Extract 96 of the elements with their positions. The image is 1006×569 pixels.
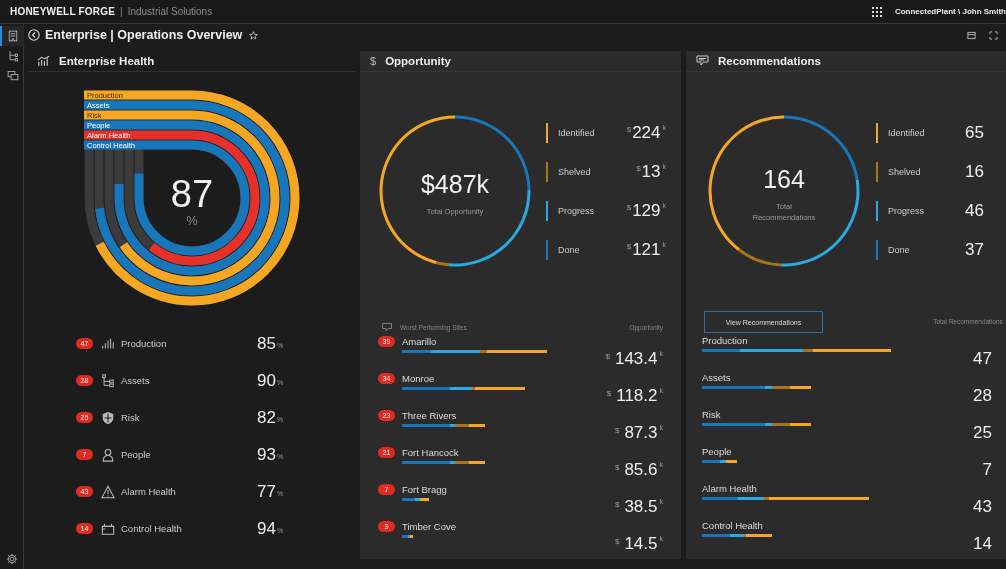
currency-symbol: $	[626, 124, 632, 134]
panel-title: Opportunity	[385, 55, 451, 67]
site-name: Fort Hancock	[402, 446, 460, 458]
recommendation-count: 43	[973, 498, 992, 516]
site-name: Amarillo	[402, 335, 438, 347]
legend-value: 46	[965, 201, 984, 220]
app-grid-icon[interactable]	[871, 6, 882, 17]
opportunity-value: 14.5	[624, 535, 658, 553]
dashboard-icon	[6, 30, 19, 42]
percent-value: 82	[257, 407, 276, 428]
hierarchy-icon	[6, 50, 19, 62]
windows-icon	[6, 70, 19, 82]
legend-label: Shelved	[888, 166, 922, 177]
recommendation-count: 7	[982, 461, 992, 479]
sidebar-item[interactable]	[0, 26, 24, 46]
recommendation-count: 28	[973, 387, 992, 405]
opportunity-value: 85.6	[624, 461, 658, 479]
legend-label: Identified	[888, 127, 926, 138]
percent-value: 90	[257, 370, 276, 391]
panel-title: Enterprise Health	[59, 55, 155, 67]
legend-label: Shelved	[558, 166, 592, 177]
currency-symbol: $	[614, 537, 620, 546]
dollar-icon: $	[370, 55, 377, 67]
opportunity-value: 38.5	[624, 498, 658, 516]
chart-icon	[37, 55, 50, 67]
category-label: Production	[702, 334, 749, 346]
category-label: Assets	[121, 375, 151, 386]
category-label: Assets	[702, 371, 732, 383]
site-name: Timber Cove	[402, 520, 458, 532]
opportunity-value: 118.2	[616, 387, 658, 405]
total-value: $487k	[420, 170, 490, 200]
shield-icon	[101, 410, 115, 425]
bars-icon	[101, 336, 115, 351]
back-icon[interactable]	[28, 29, 40, 41]
currency-symbol: $	[626, 241, 632, 251]
legend-label: Progress	[888, 205, 925, 216]
percent-value: 94	[257, 518, 276, 539]
legend-value: 37	[965, 240, 984, 259]
percent-value: 93	[257, 444, 276, 465]
account-name[interactable]: ConnectedPlant \ John Smith	[894, 7, 1006, 16]
category-label: Production	[121, 338, 168, 349]
star-icon[interactable]	[249, 30, 259, 40]
comment-icon	[382, 322, 392, 332]
opportunity-value: 87.3	[624, 424, 658, 442]
currency-symbol: $	[626, 202, 632, 212]
category-label: Risk	[702, 408, 722, 420]
currency-symbol: $	[606, 389, 612, 398]
stacked-bar-drawing	[402, 498, 429, 501]
legend-label: Progress	[558, 205, 595, 216]
stacked-bar-drawing	[702, 460, 737, 463]
stacked-bar-drawing	[402, 535, 413, 538]
category-label: People	[121, 449, 152, 460]
recommendation-count: 47	[973, 350, 992, 368]
recommendation-count: 14	[973, 535, 992, 553]
legend-label: Done	[888, 244, 911, 255]
category-label: Control Health	[702, 519, 764, 531]
site-name: Fort Bragg	[402, 483, 448, 495]
site-name: Monroe	[402, 372, 436, 384]
currency-symbol: $	[605, 352, 610, 361]
panel-icon[interactable]	[967, 30, 976, 40]
category-label: People	[702, 445, 733, 457]
panel-title: Recommendations	[718, 55, 821, 67]
category-label: Alarm Health	[702, 482, 758, 494]
recommendation-count: 25	[973, 424, 992, 442]
stacked-bar-drawing	[702, 534, 772, 537]
fullscreen-icon[interactable]	[989, 30, 998, 40]
legend-label: Done	[558, 244, 581, 255]
legend-value: 129	[632, 201, 661, 220]
legend-value: 13	[641, 162, 661, 181]
percent-value: 77	[257, 481, 276, 502]
separator: |	[120, 6, 123, 17]
site-name: Three Rivers	[402, 409, 458, 421]
comment-icon	[696, 55, 709, 67]
category-label: Control Health	[121, 523, 183, 534]
product-name: Industrial Solutions	[127, 6, 213, 17]
warning-icon	[101, 484, 115, 499]
currency-symbol: $	[614, 426, 620, 435]
percent-value: 85	[257, 333, 276, 354]
settings-icon[interactable]	[5, 553, 18, 565]
tree-icon	[101, 373, 115, 388]
total-value: 164	[763, 165, 805, 194]
opportunity-value: 143.4	[614, 350, 658, 368]
currency-symbol: $	[614, 463, 620, 472]
control-icon	[101, 521, 115, 536]
legend-value: 16	[965, 162, 984, 181]
person-icon	[101, 447, 115, 462]
page-title: Enterprise | Operations Overview	[45, 28, 243, 42]
currency-symbol: $	[614, 500, 620, 509]
category-label: Risk	[121, 412, 141, 423]
brand-name: HONEYWELL FORGE	[10, 6, 116, 17]
legend-value: 224	[632, 123, 661, 142]
legend-value: 121	[632, 240, 661, 259]
legend-label: Identified	[558, 127, 596, 138]
category-label: Alarm Health	[121, 486, 177, 497]
legend-value: 65	[965, 123, 984, 142]
currency-symbol: $	[636, 163, 641, 173]
